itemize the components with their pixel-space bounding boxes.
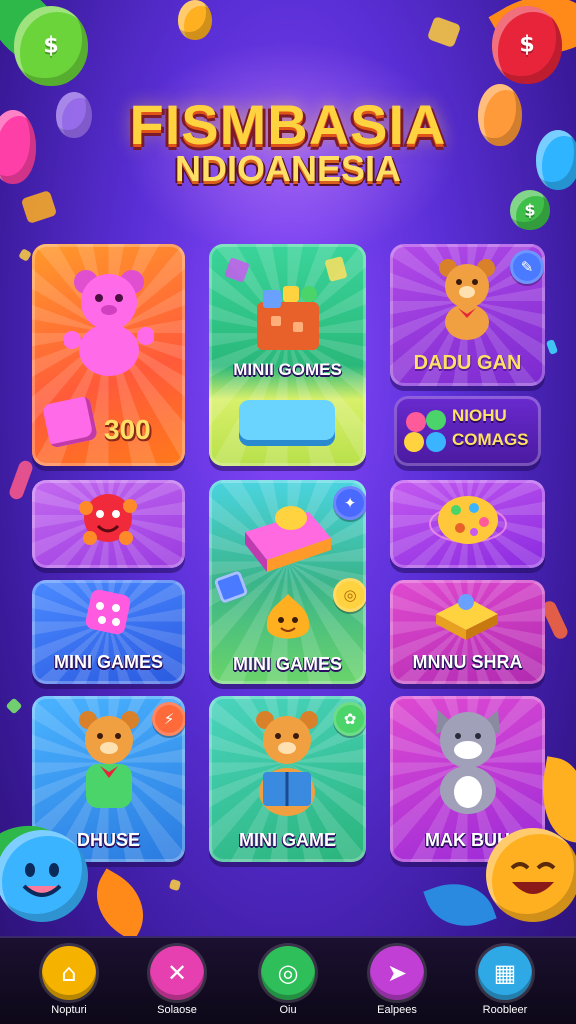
calendar-icon: ▦ <box>478 946 532 1000</box>
app-subtitle: NDIOANESIA <box>174 148 402 189</box>
info-badge-icon[interactable]: ✎ <box>510 250 544 284</box>
red-blob-card[interactable] <box>32 480 185 568</box>
card-label: DADU GAN <box>413 352 522 374</box>
bolt-badge-icon[interactable]: ⚡ <box>152 702 185 736</box>
dice-icon <box>82 586 134 638</box>
puzzle-icon: ✕ <box>150 946 204 1000</box>
star-badge-icon[interactable]: ✦ <box>333 486 366 520</box>
confetti <box>545 339 559 355</box>
leaf-decoration <box>81 868 159 942</box>
combo-card[interactable]: NIOHU COMAGS <box>394 396 541 466</box>
coin-badge-icon: ◎ <box>333 578 366 612</box>
red-blob-icon <box>78 488 138 550</box>
gift-box-icon <box>253 284 323 352</box>
gold-card[interactable]: MNNU SHRA <box>390 580 545 684</box>
blue-smiley-icon <box>0 830 88 922</box>
card-label: MINII GOMES <box>233 360 342 379</box>
gift-decoration-icon <box>426 15 462 49</box>
nav-label: Nopturi <box>51 1004 87 1016</box>
bear-book-icon <box>247 708 327 820</box>
mini-box-card[interactable]: MINII GOMES <box>209 244 366 466</box>
compass-icon: ➤ <box>370 946 424 1000</box>
nav-item-ealpees[interactable]: ➤ Ealpees <box>352 938 442 1024</box>
balloon-glyph: $ <box>519 32 535 58</box>
gem-cluster-icon <box>402 406 450 456</box>
button-pad-icon <box>239 400 335 446</box>
nav-label: Roobleer <box>482 1004 528 1016</box>
confetti <box>168 878 182 892</box>
card-label: MINI GAMES <box>232 654 342 674</box>
confetti <box>5 697 23 715</box>
nav-item-roobleer[interactable]: ▦ Roobleer <box>460 938 550 1024</box>
nav-label: Oiu <box>279 1004 297 1016</box>
orange-critter-icon <box>261 590 315 646</box>
gold-block-icon <box>432 584 502 644</box>
nav-item-nopturi[interactable]: ⌂ Nopturi <box>24 938 114 1024</box>
cookie-card[interactable] <box>390 480 545 568</box>
cookie-icon <box>428 488 508 558</box>
card-label: MNNU SHRA <box>412 652 523 672</box>
card-label-line2: COMAGS <box>452 430 529 449</box>
card-label: MINI GAME <box>239 830 336 850</box>
book-bear-card[interactable]: ✿ MINI GAME <box>209 696 366 862</box>
gift-decoration-icon <box>20 190 58 224</box>
balloon-glyph: $ <box>43 33 59 59</box>
bear-shirt-icon <box>72 708 146 818</box>
small-green-balloon-icon: $ <box>510 190 550 230</box>
cake-block-icon <box>239 498 335 574</box>
pink-bear-icon <box>63 266 155 378</box>
confetti <box>18 248 32 262</box>
red-balloon-icon: $ <box>492 6 562 84</box>
grey-cat-icon <box>428 704 508 816</box>
card-label-line1: NIOHU <box>452 406 507 425</box>
yellow-balloon-icon <box>178 0 212 40</box>
leaf-badge-icon[interactable]: ✿ <box>333 702 366 736</box>
big-green-card[interactable]: ✦ ◎ MINI GAMES <box>209 480 366 684</box>
nav-label: Solaose <box>157 1004 197 1016</box>
card-counter: 300 <box>104 414 151 445</box>
nav-item-solaose[interactable]: ✕ Solaose <box>132 938 222 1024</box>
bottom-nav: ⌂ Nopturi ✕ Solaose ◎ Oiu ➤ Ealpees ▦ Ro… <box>0 936 576 1024</box>
nav-item-oiu[interactable]: ◎ Oiu <box>243 938 333 1024</box>
dadu-card[interactable]: ✎ DADU GAN <box>390 244 545 386</box>
card-label: MINI GAMES <box>53 652 163 672</box>
home-icon: ⌂ <box>42 946 96 1000</box>
balloon-glyph: $ <box>524 200 536 220</box>
green-balloon-icon: $ <box>14 6 88 86</box>
dice-card[interactable]: MINI GAMES <box>32 580 185 684</box>
target-icon: ◎ <box>261 946 315 1000</box>
nav-label: Ealpees <box>377 1004 417 1016</box>
brown-bear-icon <box>434 256 500 340</box>
bear-card[interactable]: 300 <box>32 244 185 466</box>
orange-smiley-icon <box>486 828 576 922</box>
confetti <box>7 458 35 502</box>
